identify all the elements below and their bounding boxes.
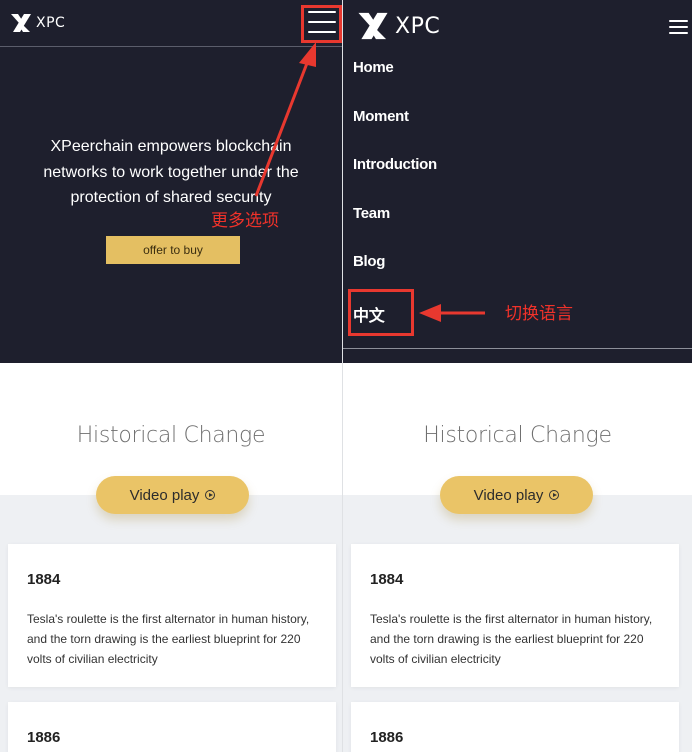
hero-section: XPC XPeerchain empowers blockchain netwo… [0, 0, 342, 363]
timeline-year: 1884 [370, 571, 404, 588]
video-play-label: Video play [129, 486, 200, 504]
menu-overlay: XPC Home Moment Introduction Team Blog 中… [343, 0, 692, 363]
section-title: Historical Change [423, 423, 612, 448]
annotation-more-options: 更多选项 [211, 211, 279, 231]
timeline-year: 1886 [370, 729, 404, 746]
right-screen: XPC Home Moment Introduction Team Blog 中… [343, 0, 692, 752]
timeline-card: 1886 [8, 702, 336, 752]
timeline-year: 1884 [27, 571, 61, 588]
video-play-button[interactable]: Video play [96, 476, 249, 514]
timeline-text: Tesla's roulette is the first alternator… [370, 612, 653, 666]
timeline-card: 1884 Tesla's roulette is the first alter… [351, 544, 679, 687]
section-title: Historical Change [76, 423, 266, 448]
timeline-text: Tesla's roulette is the first alternator… [27, 612, 310, 666]
play-circle-icon [205, 490, 216, 500]
arrow-annotation-icon [254, 42, 316, 197]
video-play-button[interactable]: Video play [440, 476, 593, 514]
play-circle-icon [549, 490, 560, 500]
video-play-label: Video play [473, 486, 544, 504]
offer-to-buy-button[interactable]: offer to buy [106, 236, 240, 264]
annotation-switch-language: 切换语言 [505, 304, 573, 324]
timeline-card: 1886 [351, 702, 679, 752]
left-screen: XPC XPeerchain empowers blockchain netwo… [0, 0, 342, 752]
timeline-card: 1884 Tesla's roulette is the first alter… [8, 544, 336, 687]
timeline-year: 1886 [27, 729, 61, 746]
